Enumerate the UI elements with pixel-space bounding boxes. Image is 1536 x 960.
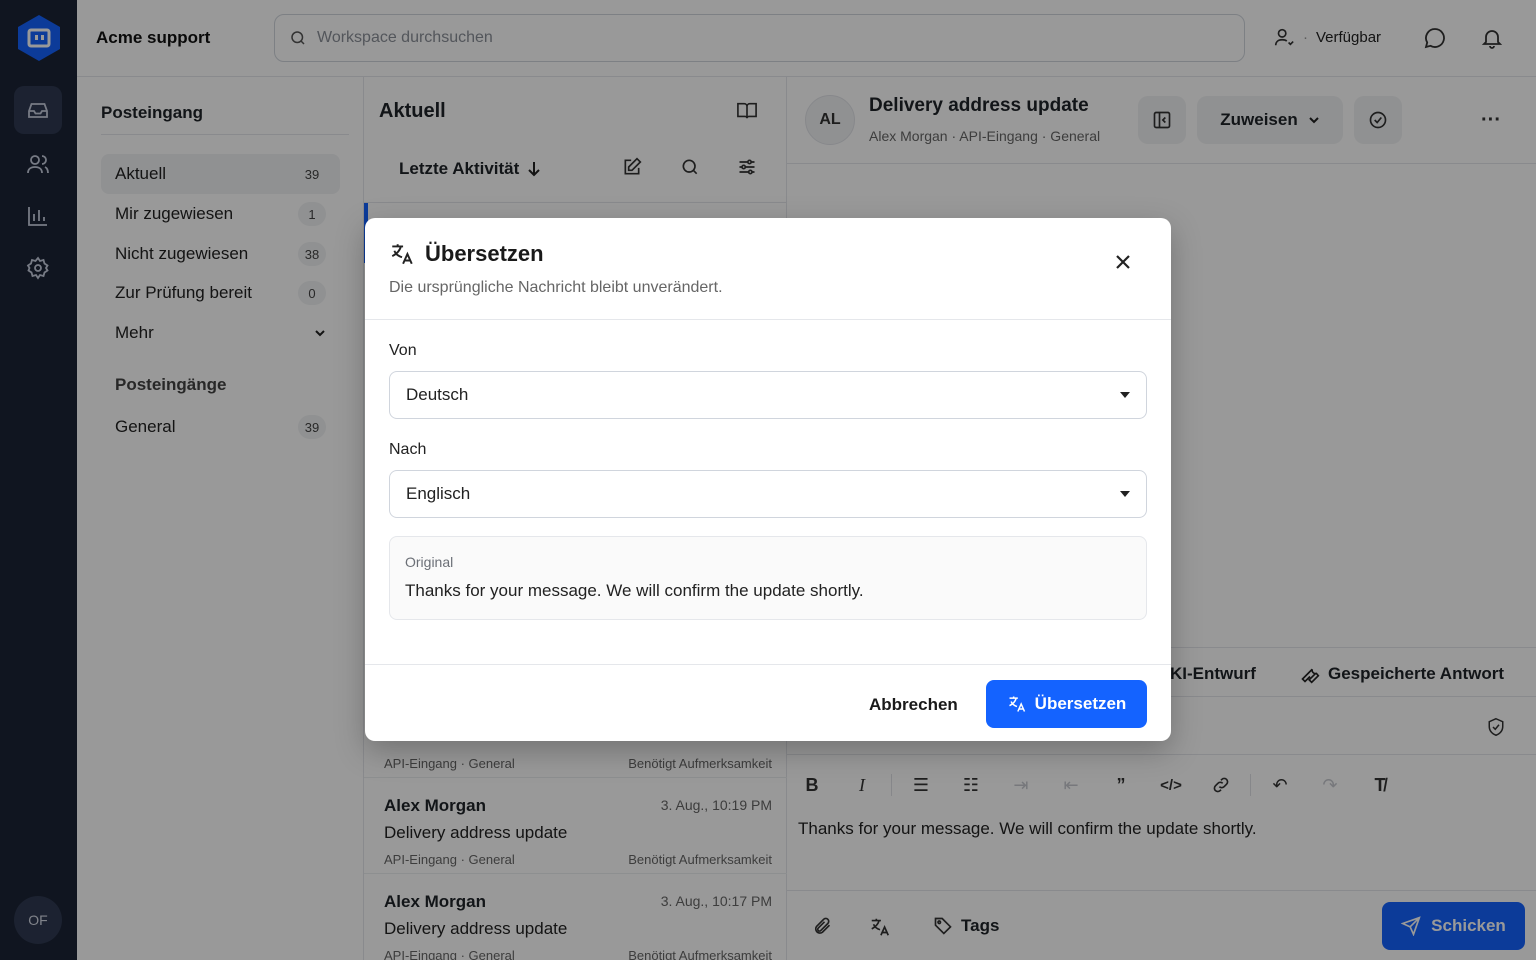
translate-button[interactable]: Übersetzen [986,680,1147,728]
dialog-title-row: Übersetzen [389,241,544,267]
dialog-title: Übersetzen [425,241,544,266]
to-language-select[interactable]: Englisch [389,470,1147,518]
caret-down-icon [1120,392,1130,398]
dialog-header: Übersetzen Die ursprüngliche Nachricht b… [365,218,1171,320]
from-label: Von [389,342,417,359]
close-icon[interactable] [1109,248,1137,276]
from-language-select[interactable]: Deutsch [389,371,1147,419]
to-language-value: Englisch [406,484,471,503]
translate-dialog: Übersetzen Die ursprüngliche Nachricht b… [365,218,1171,741]
original-label: Original [405,554,454,570]
to-label: Nach [389,441,427,458]
dialog-subtitle: Die ursprüngliche Nachricht bleibt unver… [389,279,723,296]
cancel-button[interactable]: Abbrechen [855,681,972,729]
translate-icon [389,241,415,267]
translate-button-label: Übersetzen [1034,694,1127,713]
translate-icon [1007,694,1027,714]
dialog-footer: Abbrechen Übersetzen [365,664,1171,741]
caret-down-icon [1120,491,1130,497]
original-message-box: Original Thanks for your message. We wil… [389,536,1147,620]
from-language-value: Deutsch [406,385,469,404]
original-text: Thanks for your message. We will confirm… [405,581,864,600]
